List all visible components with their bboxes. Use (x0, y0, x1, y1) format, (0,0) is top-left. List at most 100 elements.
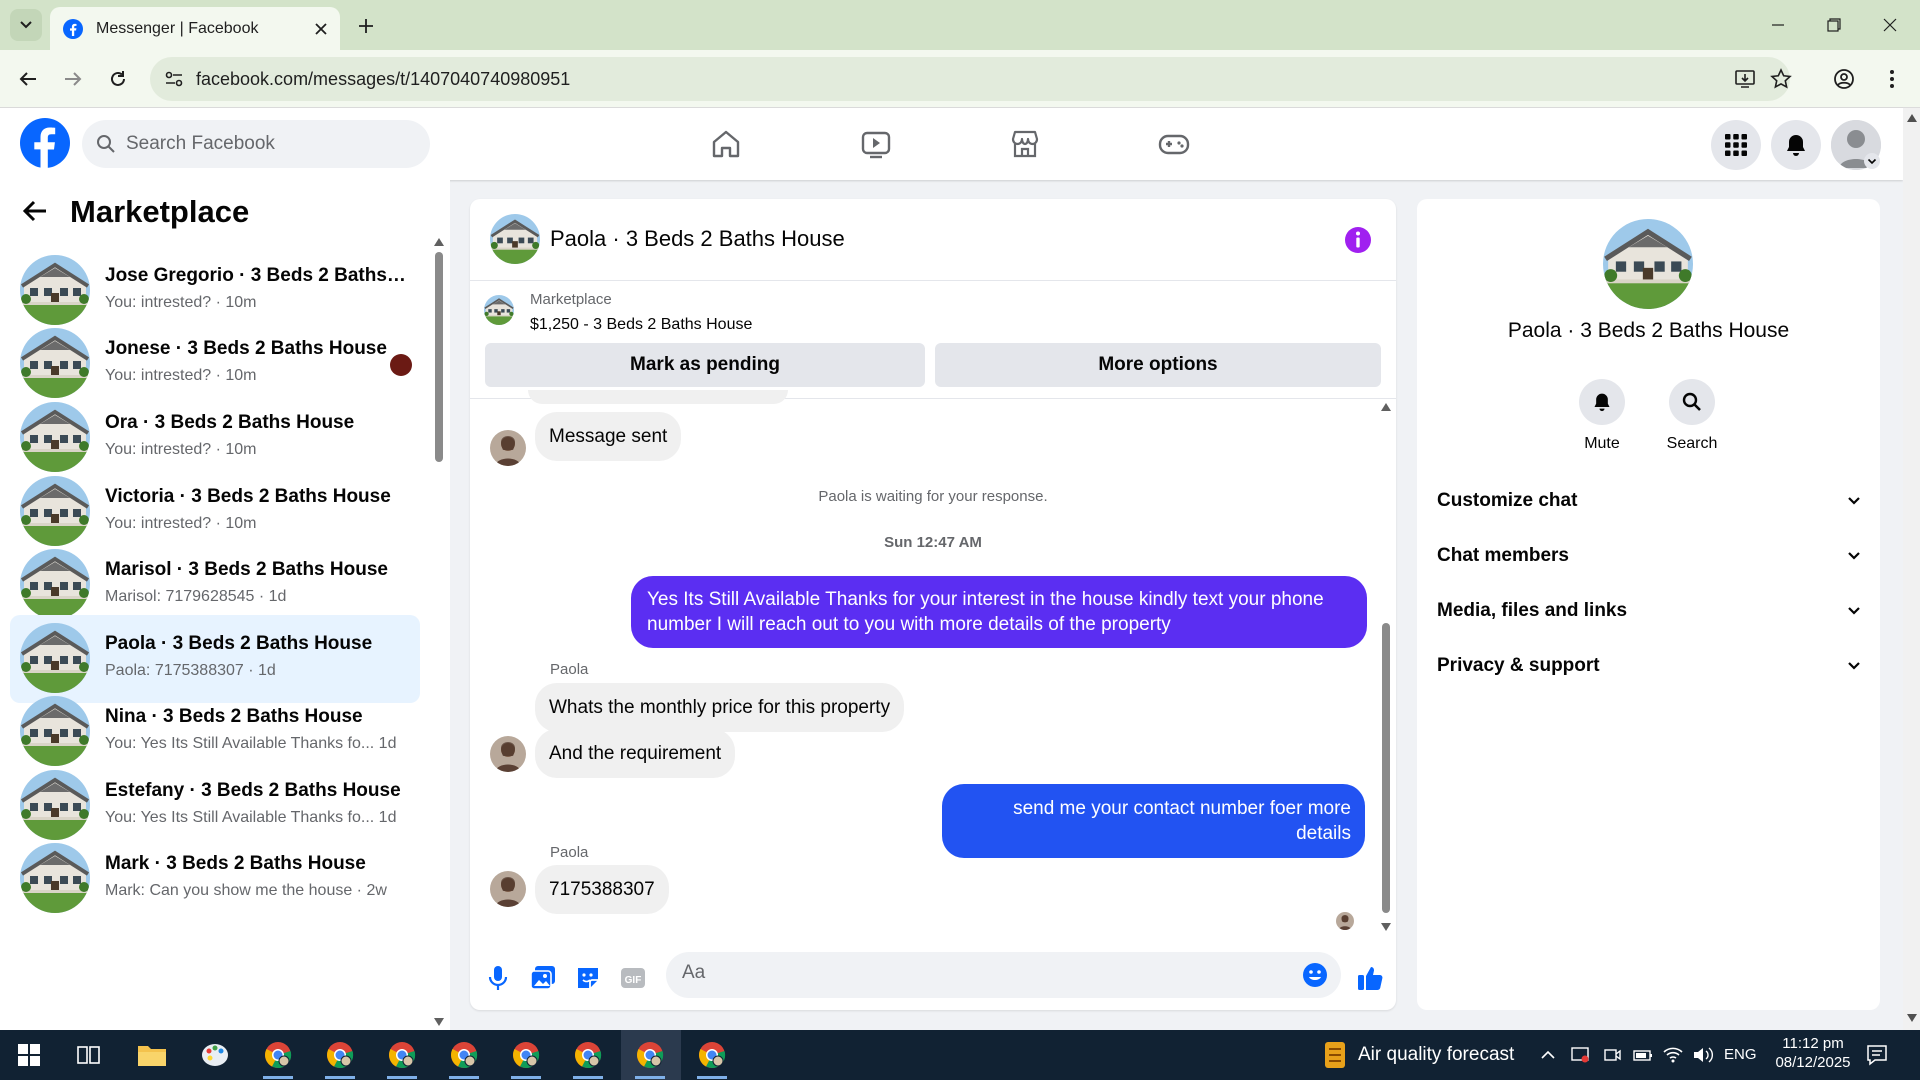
running-indicator (511, 1076, 541, 1079)
chrome-taskbar-button[interactable] (631, 1036, 669, 1074)
listing-title[interactable]: $1,250 - 3 Beds 2 Baths House (530, 316, 752, 334)
incoming-message[interactable]: Message sent (535, 412, 682, 461)
chat-title[interactable]: Paola · 3 Beds 2 Baths House (550, 226, 845, 252)
volume-icon[interactable] (1692, 1045, 1714, 1065)
task-view-button[interactable] (70, 1036, 108, 1074)
meet-now-icon[interactable] (1602, 1045, 1622, 1065)
message-input-box[interactable] (666, 952, 1341, 998)
battery-icon[interactable] (1632, 1045, 1654, 1065)
conversation-item[interactable]: Mark · 3 Beds 2 Baths House Mark: Can you… (10, 835, 420, 923)
bookmark-star-icon[interactable] (1770, 68, 1792, 90)
section-chat-members[interactable]: Chat members (1437, 536, 1862, 576)
new-tab-button[interactable] (352, 12, 380, 40)
reload-button[interactable] (102, 63, 134, 95)
chrome-taskbar-button[interactable] (259, 1036, 297, 1074)
browser-tab[interactable]: Messenger | Facebook (50, 7, 340, 50)
language-indicator[interactable]: ENG (1724, 1046, 1757, 1063)
nav-gaming[interactable] (1144, 120, 1204, 168)
profile-button[interactable] (1828, 63, 1860, 95)
close-tab-icon[interactable] (314, 22, 328, 36)
wifi-icon[interactable] (1662, 1045, 1684, 1065)
restore-button[interactable] (1816, 12, 1852, 38)
gif-button[interactable]: GIF (617, 962, 649, 994)
listing-thumbnail[interactable] (484, 295, 514, 325)
account-chevron-icon[interactable] (1864, 153, 1880, 169)
message-composer: GIF (470, 940, 1396, 1010)
paint-app-button[interactable] (196, 1036, 234, 1074)
browser-toolbar: facebook.com/messages/t/1407040740980951 (0, 50, 1920, 108)
nav-home[interactable] (696, 120, 756, 168)
chrome-taskbar-button[interactable] (445, 1036, 483, 1074)
chat-scrollbar[interactable] (1378, 403, 1394, 933)
voice-clip-button[interactable] (482, 962, 514, 994)
sender-avatar[interactable] (490, 736, 526, 772)
section-media-files-links[interactable]: Media, files and links (1437, 591, 1862, 631)
emoji-icon[interactable] (1302, 962, 1328, 988)
section-privacy-support[interactable]: Privacy & support (1437, 646, 1862, 686)
site-settings-icon[interactable] (164, 69, 184, 89)
search-in-conversation-button[interactable]: Search (1652, 379, 1732, 453)
minimize-button[interactable] (1760, 12, 1796, 38)
clock[interactable]: 11:12 pm 08/12/2025 (1766, 1035, 1860, 1071)
back-button[interactable] (12, 63, 44, 95)
message-input[interactable] (682, 962, 1282, 984)
chrome-taskbar-button[interactable] (693, 1036, 731, 1074)
notification-center-icon[interactable] (1866, 1044, 1888, 1066)
weather-widget-text[interactable]: Air quality forecast (1358, 1044, 1514, 1066)
back-arrow-icon[interactable] (22, 198, 48, 224)
chrome-taskbar-button[interactable] (321, 1036, 359, 1074)
browser-menu-button[interactable] (1876, 63, 1908, 95)
attach-photo-button[interactable] (527, 962, 559, 994)
tab-title: Messenger | Facebook (96, 19, 259, 37)
send-like-button[interactable] (1354, 962, 1386, 994)
file-explorer-button[interactable] (133, 1036, 171, 1074)
menu-button[interactable] (1711, 120, 1761, 170)
search-circle[interactable] (1669, 379, 1715, 425)
chat-scroll-thumb[interactable] (1382, 623, 1390, 913)
mute-button[interactable]: Mute (1562, 379, 1642, 453)
chrome-taskbar-button[interactable] (383, 1036, 421, 1074)
seen-receipt-avatar (1336, 912, 1354, 930)
mark-as-pending-button[interactable]: Mark as pending (485, 343, 925, 387)
air-quality-icon[interactable] (1322, 1040, 1348, 1070)
sender-avatar[interactable] (490, 871, 526, 907)
more-options-button[interactable]: More options (935, 343, 1381, 387)
facebook-search[interactable] (82, 120, 430, 168)
mute-circle[interactable] (1579, 379, 1625, 425)
sidebar-scrollbar[interactable] (432, 238, 446, 1028)
chrome-taskbar-button[interactable] (569, 1036, 607, 1074)
page-scrollbar[interactable] (1903, 108, 1920, 1030)
incoming-message[interactable]: And the requirement (535, 729, 736, 778)
chevron-up-icon[interactable] (1540, 1047, 1556, 1063)
running-indicator (387, 1076, 417, 1079)
forward-button[interactable] (57, 63, 89, 95)
tab-search-button[interactable] (10, 9, 42, 41)
conversation-thumbnail (20, 623, 90, 693)
clock-time: 11:12 pm (1782, 1035, 1844, 1052)
chrome-taskbar-button[interactable] (507, 1036, 545, 1074)
monitor-icon[interactable] (1570, 1045, 1590, 1065)
sidebar-scroll-thumb[interactable] (435, 252, 443, 462)
sender-avatar[interactable] (490, 430, 526, 466)
install-app-icon[interactable] (1734, 68, 1756, 90)
chevron-down-icon (1848, 662, 1860, 670)
info-icon[interactable] (1343, 225, 1373, 255)
nav-marketplace[interactable] (995, 120, 1055, 168)
section-customize-chat[interactable]: Customize chat (1437, 481, 1862, 521)
incoming-message[interactable]: 7175388307 (535, 865, 669, 914)
nav-video[interactable] (846, 120, 906, 168)
outgoing-message[interactable]: send me your contact number foer more de… (942, 784, 1365, 858)
info-avatar[interactable] (1603, 219, 1693, 309)
incoming-message[interactable]: Whats the monthly price for this propert… (535, 683, 905, 732)
close-window-button[interactable] (1872, 12, 1908, 38)
chat-avatar[interactable] (490, 214, 540, 264)
address-bar[interactable]: facebook.com/messages/t/1407040740980951 (150, 57, 1792, 101)
sticker-button[interactable] (572, 962, 604, 994)
more-vertical-icon (1890, 70, 1894, 88)
notifications-button[interactable] (1771, 120, 1821, 170)
search-label: Search (1666, 435, 1718, 452)
outgoing-message[interactable]: Yes Its Still Available Thanks for your … (631, 576, 1367, 648)
facebook-logo[interactable] (20, 118, 70, 168)
start-button[interactable] (10, 1036, 48, 1074)
search-input[interactable] (126, 133, 406, 155)
